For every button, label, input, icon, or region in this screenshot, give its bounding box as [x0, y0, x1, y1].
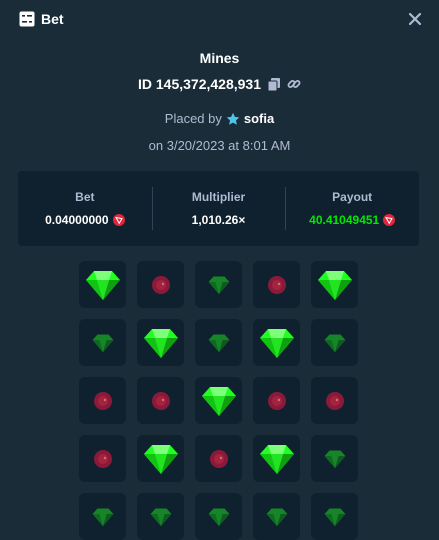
- bet-id-row: ID 145,372,428,931: [0, 76, 439, 92]
- mine-icon: [151, 391, 170, 410]
- payout-amount: 40.41049451: [309, 213, 396, 227]
- placed-by-row: Placed by sofia: [0, 111, 439, 126]
- gem-icon: [92, 333, 113, 352]
- username-link[interactable]: sofia: [244, 111, 274, 126]
- mine-tile: [79, 261, 126, 308]
- mine-icon: [325, 391, 344, 410]
- mine-tile: [195, 261, 242, 308]
- bet-stat: Bet 0.04000000: [18, 171, 152, 246]
- gem-icon: [208, 275, 229, 294]
- tron-coin-icon: [112, 214, 125, 226]
- gem-icon: [324, 507, 345, 526]
- mine-tile: [253, 261, 300, 308]
- bet-date: on 3/20/2023 at 8:01 AM: [148, 138, 291, 153]
- gem-icon: [324, 449, 345, 468]
- vip-star-icon: [226, 112, 240, 125]
- close-icon[interactable]: [405, 9, 425, 29]
- game-name: Mines: [199, 50, 240, 66]
- multiplier-stat: Multiplier 1,010.26×: [151, 171, 286, 246]
- multiplier-value: 1,010.26×: [191, 213, 246, 227]
- gem-icon: [324, 333, 345, 352]
- mine-tile: [311, 377, 358, 424]
- bet-label: Bet: [75, 190, 95, 204]
- mine-tile: [137, 493, 184, 540]
- gem-icon: [208, 507, 229, 526]
- gem-icon: [208, 333, 229, 352]
- bet-id: ID 145,372,428,931: [138, 76, 261, 92]
- mine-tile: [195, 377, 242, 424]
- mines-board: [79, 261, 358, 540]
- gem-icon: [201, 386, 236, 416]
- mine-tile: [195, 493, 242, 540]
- mine-tile: [79, 377, 126, 424]
- gem-icon: [150, 507, 171, 526]
- gem-icon: [92, 507, 113, 526]
- mine-tile: [137, 319, 184, 366]
- modal-title: Bet: [41, 11, 64, 27]
- mine-tile: [137, 377, 184, 424]
- gem-icon: [259, 328, 294, 358]
- gem-icon: [143, 328, 178, 358]
- mine-tile: [195, 319, 242, 366]
- mine-icon: [267, 275, 286, 294]
- gem-icon: [85, 270, 120, 300]
- payout-label: Payout: [332, 190, 373, 204]
- mine-tile: [79, 319, 126, 366]
- mine-tile: [79, 435, 126, 482]
- bet-slip-icon: [19, 11, 35, 27]
- mine-tile: [253, 377, 300, 424]
- mine-icon: [209, 449, 228, 468]
- mine-tile: [311, 493, 358, 540]
- mine-tile: [137, 261, 184, 308]
- gem-icon: [143, 444, 178, 474]
- gem-icon: [266, 507, 287, 526]
- bet-value: 0.04000000: [45, 213, 109, 227]
- mine-tile: [253, 435, 300, 482]
- mine-tile: [195, 435, 242, 482]
- payout-value: 40.41049451: [309, 213, 380, 227]
- gem-icon: [259, 444, 294, 474]
- mine-tile: [311, 319, 358, 366]
- bet-amount: 0.04000000: [45, 213, 125, 227]
- mine-tile: [311, 261, 358, 308]
- gem-icon: [317, 270, 352, 300]
- mine-tile: [253, 493, 300, 540]
- link-icon[interactable]: [287, 77, 301, 91]
- mine-icon: [151, 275, 170, 294]
- mine-tile: [311, 435, 358, 482]
- mine-icon: [93, 449, 112, 468]
- multiplier-label: Multiplier: [191, 190, 246, 204]
- tron-coin-icon: [383, 214, 396, 226]
- copy-icon[interactable]: [267, 77, 281, 91]
- mine-tile: [253, 319, 300, 366]
- modal-header: Bet: [0, 0, 439, 38]
- placed-by-label: Placed by: [164, 111, 222, 126]
- mine-icon: [267, 391, 286, 410]
- mine-tile: [137, 435, 184, 482]
- bet-stats-panel: Bet 0.04000000 Multiplier 1,010.26× Payo…: [18, 171, 419, 246]
- mine-tile: [79, 493, 126, 540]
- mine-icon: [93, 391, 112, 410]
- payout-stat: Payout 40.41049451: [285, 171, 419, 246]
